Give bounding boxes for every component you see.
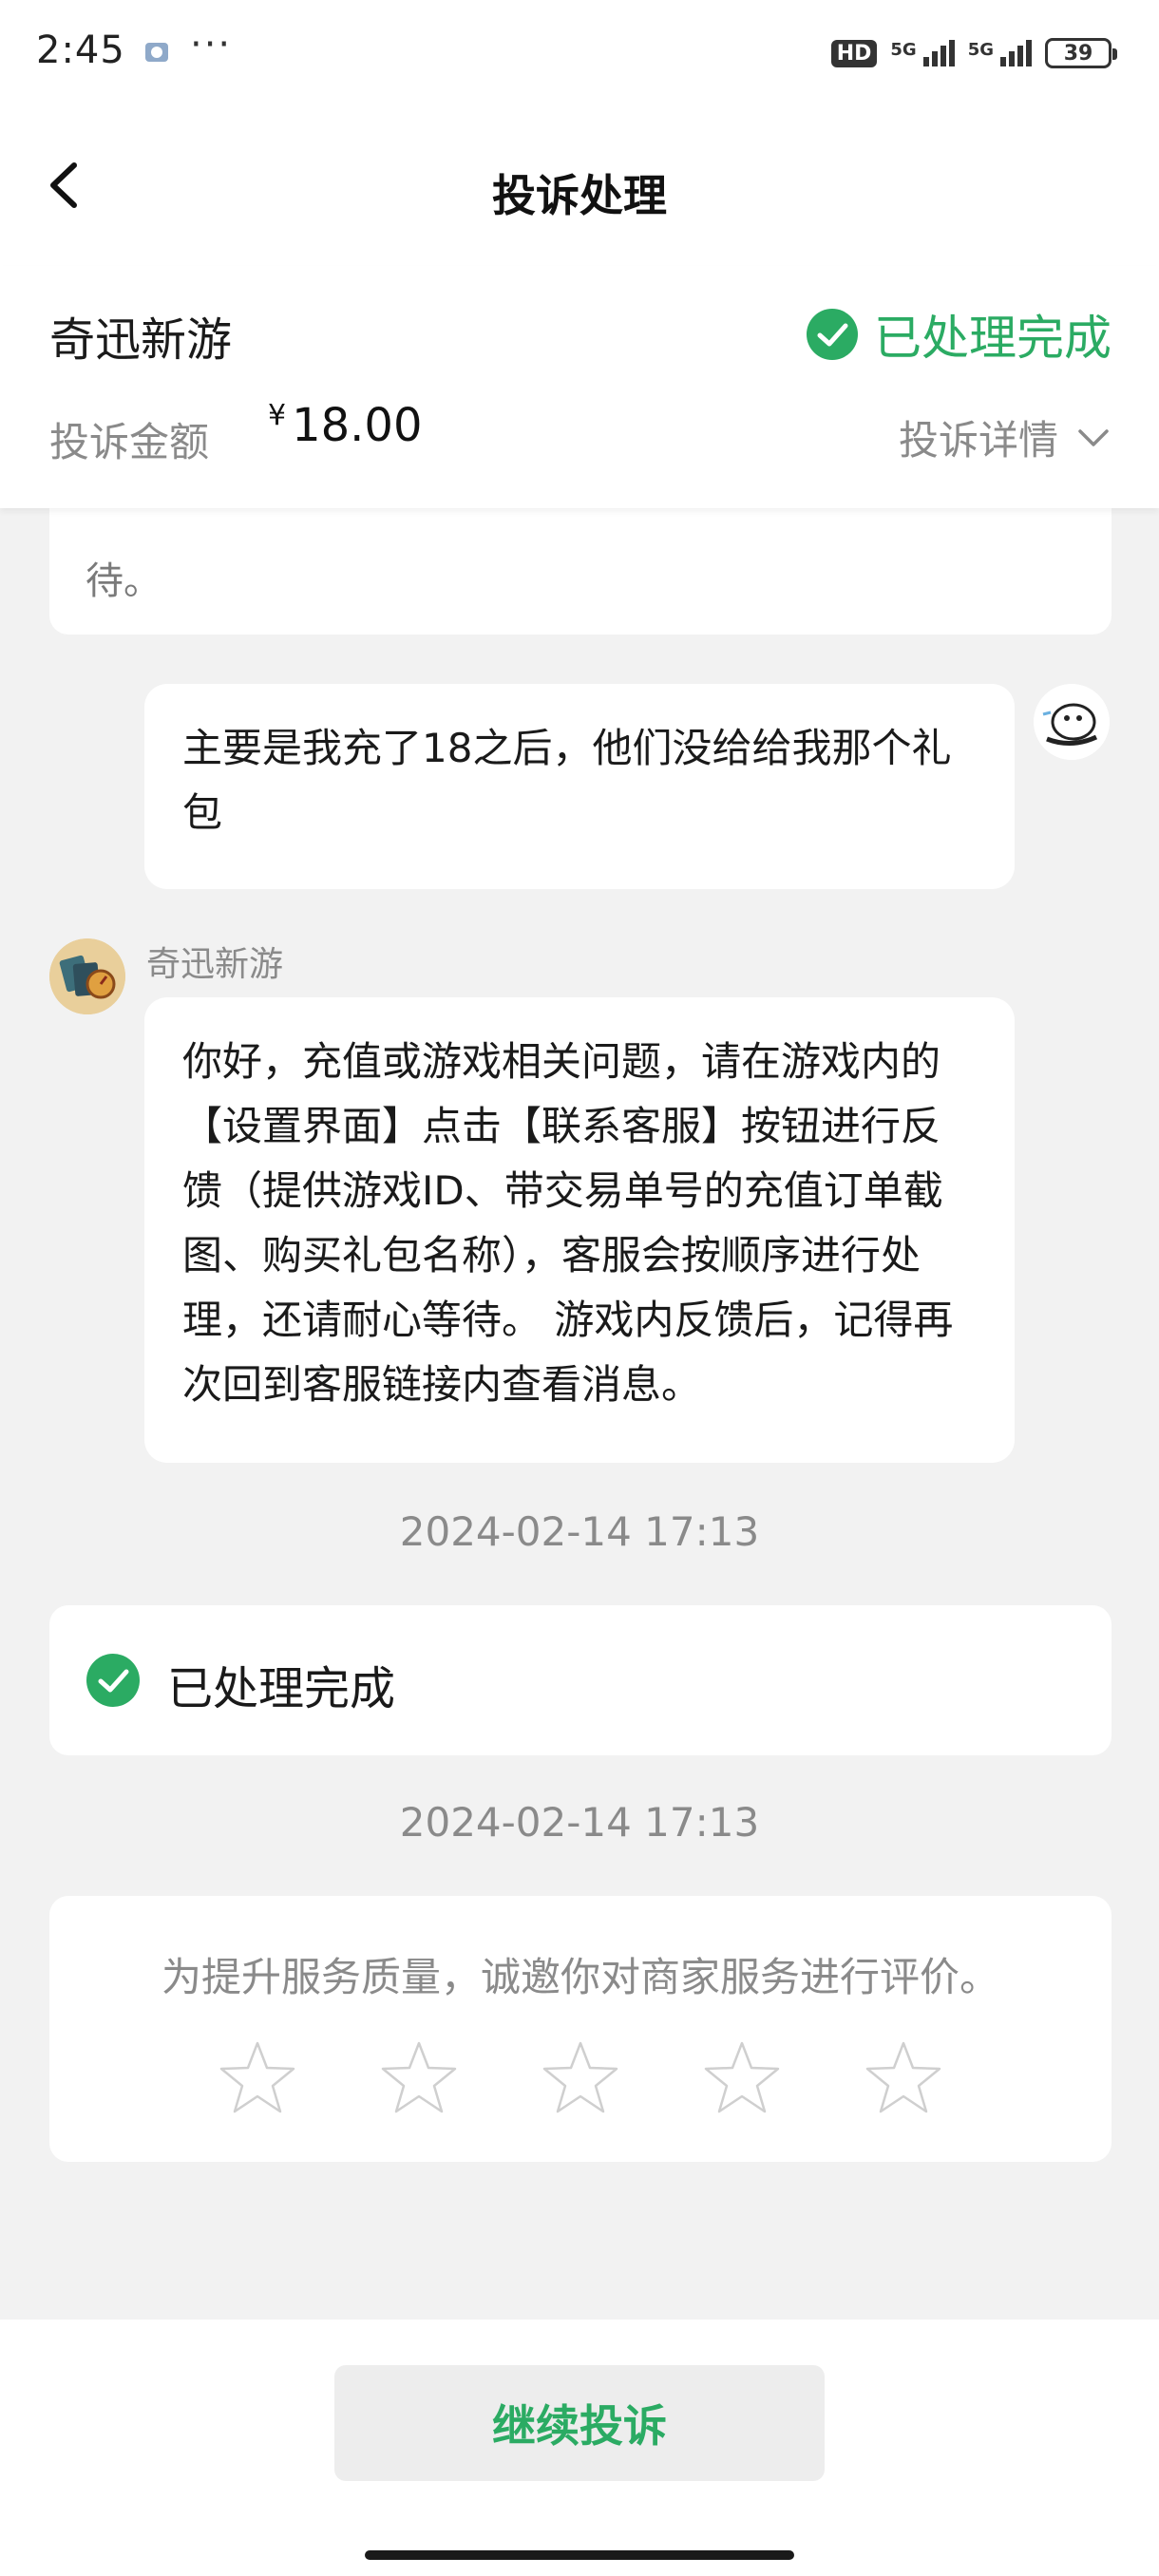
- amount-number: 18.00: [292, 399, 423, 452]
- status-bar: 2:45 ··· HD 5G 5G 39: [0, 0, 1159, 104]
- merchant-name: 奇迅新游: [49, 313, 233, 367]
- battery-icon: 39: [1045, 38, 1117, 68]
- home-indicator[interactable]: [365, 2550, 794, 2560]
- hd-voice-icon: HD: [830, 39, 878, 67]
- page-title: 投诉处理: [492, 170, 667, 221]
- complaint-detail-toggle[interactable]: 投诉详情: [899, 408, 1110, 466]
- complaint-status: 已处理完成: [806, 300, 1112, 369]
- resolved-text: 已处理完成: [167, 1662, 396, 1715]
- network-type-label: 5G: [890, 40, 917, 60]
- star-rating: [49, 2038, 1112, 2116]
- complaint-detail-label: 投诉详情: [898, 417, 1058, 464]
- network-type-label-2: 5G: [967, 40, 994, 60]
- star-icon-1[interactable]: [218, 2038, 296, 2116]
- star-icon-4[interactable]: [703, 2038, 781, 2116]
- star-icon-5[interactable]: [864, 2038, 942, 2116]
- merchant-avatar[interactable]: [49, 938, 125, 1014]
- app-notification-icon: [145, 43, 168, 62]
- star-icon-2[interactable]: [380, 2038, 458, 2116]
- signal-icon-2: 5G: [968, 40, 1032, 66]
- complaint-summary: 奇迅新游 已处理完成 投诉金额 ¥18.00 投诉详情: [0, 266, 1159, 508]
- star-icon-3[interactable]: [542, 2038, 619, 2116]
- timestamp-2: 2024-02-14 17:13: [399, 1799, 760, 1846]
- check-circle-icon: [807, 309, 858, 360]
- more-notifications-icon: ···: [190, 23, 233, 66]
- amount-value: ¥18.00: [268, 399, 423, 452]
- amount-label: 投诉金额: [49, 419, 210, 465]
- continue-complaint-button[interactable]: 继续投诉: [334, 2365, 825, 2481]
- nav-bar: 投诉处理: [0, 104, 1159, 266]
- currency-symbol: ¥: [268, 399, 287, 432]
- merchant-message-bubble: 你好，充值或游戏相关问题，请在游戏内的【设置界面】点击【联系客服】按钮进行反馈（…: [144, 997, 1015, 1463]
- merchant-message-name: 奇迅新游: [146, 945, 284, 984]
- user-avatar[interactable]: [1034, 684, 1110, 760]
- bottom-action-bar: 继续投诉: [0, 2320, 1159, 2576]
- status-time: 2:45: [36, 28, 125, 72]
- status-indicators: HD 5G 5G 39: [830, 34, 1117, 72]
- resolved-card: 已处理完成: [49, 1605, 1112, 1755]
- timestamp: 2024-02-14 17:13: [399, 1508, 760, 1555]
- user-message-bubble: 主要是我充了18之后，他们没给给我那个礼包: [144, 684, 1015, 889]
- rating-card: 为提升服务质量，诚邀你对商家服务进行评价。: [49, 1896, 1112, 2162]
- system-message-text: 待。: [86, 559, 162, 603]
- rating-prompt: 为提升服务质量，诚邀你对商家服务进行评价。: [161, 1954, 999, 2000]
- chevron-down-icon: [1078, 428, 1109, 446]
- check-circle-icon: [86, 1654, 140, 1707]
- complaint-status-text: 已处理完成: [874, 311, 1112, 366]
- signal-icon: 5G: [890, 40, 955, 66]
